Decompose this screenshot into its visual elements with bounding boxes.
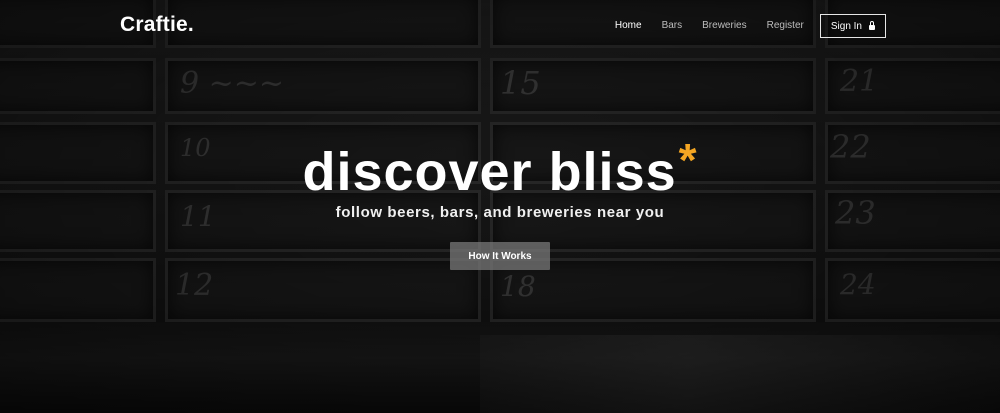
headline-text: discover bliss (302, 142, 677, 202)
sign-in-label: Sign In (830, 20, 862, 32)
lock-icon (869, 20, 875, 30)
how-it-works-button[interactable]: How It Works (450, 242, 550, 270)
hero-tagline: follow beers, bars, and breweries near y… (335, 204, 665, 221)
nav-bars[interactable]: Bars (662, 14, 683, 38)
brand-logo[interactable]: Craftie. (120, 13, 194, 37)
nav-register[interactable]: Register (767, 14, 804, 38)
hero-section: 9 ~~~ 15 21 10 22 11 23 12 18 24 Craftie… (0, 0, 1000, 413)
headline-asterisk: * (678, 134, 698, 186)
sign-in-button[interactable]: Sign In (819, 14, 886, 38)
top-nav: Home Bars Breweries Register Sign In (595, 14, 886, 38)
nav-home[interactable]: Home (615, 14, 642, 38)
nav-breweries[interactable]: Breweries (702, 14, 746, 38)
hero-headline: discover bliss* (0, 134, 1000, 206)
